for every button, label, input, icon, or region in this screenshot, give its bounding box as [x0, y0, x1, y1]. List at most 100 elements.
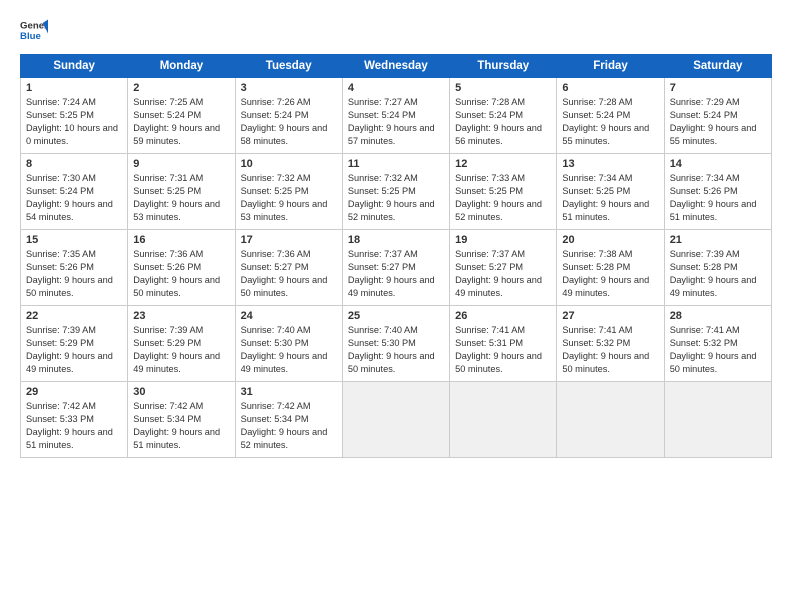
day-number: 3	[241, 82, 337, 94]
day-info: Sunrise: 7:41 AMSunset: 5:32 PMDaylight:…	[670, 324, 766, 376]
svg-text:Blue: Blue	[20, 31, 41, 42]
day-info: Sunrise: 7:34 AMSunset: 5:25 PMDaylight:…	[562, 172, 658, 224]
day-info: Sunrise: 7:42 AMSunset: 5:34 PMDaylight:…	[133, 400, 229, 452]
day-info: Sunrise: 7:27 AMSunset: 5:24 PMDaylight:…	[348, 96, 444, 148]
calendar-week-3: 15Sunrise: 7:35 AMSunset: 5:26 PMDayligh…	[21, 230, 772, 306]
day-info: Sunrise: 7:32 AMSunset: 5:25 PMDaylight:…	[348, 172, 444, 224]
day-info: Sunrise: 7:36 AMSunset: 5:26 PMDaylight:…	[133, 248, 229, 300]
day-number: 26	[455, 310, 551, 322]
day-number: 24	[241, 310, 337, 322]
logo: General Blue	[20, 16, 48, 44]
calendar-day-15: 15Sunrise: 7:35 AMSunset: 5:26 PMDayligh…	[21, 230, 128, 306]
day-info: Sunrise: 7:38 AMSunset: 5:28 PMDaylight:…	[562, 248, 658, 300]
calendar-day-23: 23Sunrise: 7:39 AMSunset: 5:29 PMDayligh…	[128, 306, 235, 382]
day-number: 25	[348, 310, 444, 322]
calendar-day-31: 31Sunrise: 7:42 AMSunset: 5:34 PMDayligh…	[235, 382, 342, 458]
calendar-day-30: 30 Sunrise: 7:42 AMSunset: 5:34 PMDayligh…	[128, 382, 235, 458]
day-number: 2	[133, 82, 229, 94]
calendar-day-26: 26Sunrise: 7:41 AMSunset: 5:31 PMDayligh…	[450, 306, 557, 382]
day-number: 20	[562, 234, 658, 246]
day-number: 17	[241, 234, 337, 246]
day-info: Sunrise: 7:29 AMSunset: 5:24 PMDaylight:…	[670, 96, 766, 148]
day-info: Sunrise: 7:32 AMSunset: 5:25 PMDaylight:…	[241, 172, 337, 224]
day-number: 31	[241, 386, 337, 398]
day-number: 8	[26, 158, 122, 170]
calendar-day-24: 24 Sunrise: 7:40 AMSunset: 5:30 PMDayligh…	[235, 306, 342, 382]
day-info: Sunrise: 7:39 AMSunset: 5:29 PMDaylight:…	[133, 324, 229, 376]
day-number: 16	[133, 234, 229, 246]
day-info: Sunrise: 7:41 AMSunset: 5:32 PMDaylight:…	[562, 324, 658, 376]
svg-text:General: General	[20, 20, 48, 31]
day-info: Sunrise: 7:31 AMSunset: 5:25 PMDaylight:…	[133, 172, 229, 224]
weekday-header-tuesday: Tuesday	[235, 55, 342, 78]
day-number: 1	[26, 82, 122, 94]
day-info: Sunrise: 7:37 AMSunset: 5:27 PMDaylight:…	[455, 248, 551, 300]
day-number: 4	[348, 82, 444, 94]
calendar-day-12: 12 Sunrise: 7:33 AMSunset: 5:25 PMDayligh…	[450, 154, 557, 230]
calendar-day-28: 28 Sunrise: 7:41 AMSunset: 5:32 PMDayligh…	[664, 306, 771, 382]
day-number: 6	[562, 82, 658, 94]
day-number: 14	[670, 158, 766, 170]
day-number: 13	[562, 158, 658, 170]
calendar-day-21: 21Sunrise: 7:39 AMSunset: 5:28 PMDayligh…	[664, 230, 771, 306]
day-info: Sunrise: 7:24 AMSunset: 5:25 PMDaylight:…	[26, 96, 122, 148]
day-info: Sunrise: 7:39 AMSunset: 5:28 PMDaylight:…	[670, 248, 766, 300]
calendar-day-7: 7 Sunrise: 7:29 AMSunset: 5:24 PMDaylight…	[664, 78, 771, 154]
weekday-header-sunday: Sunday	[21, 55, 128, 78]
calendar-day-6: 6 Sunrise: 7:28 AMSunset: 5:24 PMDaylight…	[557, 78, 664, 154]
day-info: Sunrise: 7:25 AMSunset: 5:24 PMDaylight:…	[133, 96, 229, 148]
day-info: Sunrise: 7:26 AMSunset: 5:24 PMDaylight:…	[241, 96, 337, 148]
day-info: Sunrise: 7:40 AMSunset: 5:30 PMDaylight:…	[348, 324, 444, 376]
calendar-day-18: 18 Sunrise: 7:37 AMSunset: 5:27 PMDayligh…	[342, 230, 449, 306]
calendar-day-22: 22Sunrise: 7:39 AMSunset: 5:29 PMDayligh…	[21, 306, 128, 382]
day-number: 29	[26, 386, 122, 398]
calendar-day-17: 17Sunrise: 7:36 AMSunset: 5:27 PMDayligh…	[235, 230, 342, 306]
weekday-header-wednesday: Wednesday	[342, 55, 449, 78]
day-number: 18	[348, 234, 444, 246]
day-info: Sunrise: 7:37 AMSunset: 5:27 PMDaylight:…	[348, 248, 444, 300]
empty-cell	[664, 382, 771, 458]
day-info: Sunrise: 7:28 AMSunset: 5:24 PMDaylight:…	[562, 96, 658, 148]
day-number: 12	[455, 158, 551, 170]
calendar-week-2: 8 Sunrise: 7:30 AMSunset: 5:24 PMDaylight…	[21, 154, 772, 230]
day-number: 5	[455, 82, 551, 94]
day-info: Sunrise: 7:28 AMSunset: 5:24 PMDaylight:…	[455, 96, 551, 148]
calendar-week-4: 22 Sunrise: 7:39 AMSunset: 5:29 PMDayligh…	[21, 306, 772, 382]
calendar-day-5: 5 Sunrise: 7:28 AMSunset: 5:24 PMDaylight…	[450, 78, 557, 154]
day-info: Sunrise: 7:40 AMSunset: 5:30 PMDaylight:…	[241, 324, 337, 376]
header: General Blue	[20, 16, 772, 44]
calendar-day-8: 8 Sunrise: 7:30 AMSunset: 5:24 PMDaylight…	[21, 154, 128, 230]
empty-cell	[557, 382, 664, 458]
day-number: 22	[26, 310, 122, 322]
day-number: 11	[348, 158, 444, 170]
weekday-header-thursday: Thursday	[450, 55, 557, 78]
day-number: 28	[670, 310, 766, 322]
calendar-table: SundayMondayTuesdayWednesdayThursdayFrid…	[20, 54, 772, 458]
day-info: Sunrise: 7:33 AMSunset: 5:25 PMDaylight:…	[455, 172, 551, 224]
empty-cell	[342, 382, 449, 458]
calendar-day-14: 14 Sunrise: 7:34 AMSunset: 5:26 PMDayligh…	[664, 154, 771, 230]
day-number: 27	[562, 310, 658, 322]
calendar-day-1: 1 Sunrise: 7:24 AMSunset: 5:25 PMDaylight…	[21, 78, 128, 154]
calendar-day-25: 25 Sunrise: 7:40 AMSunset: 5:30 PMDayligh…	[342, 306, 449, 382]
day-number: 30	[133, 386, 229, 398]
day-info: Sunrise: 7:42 AMSunset: 5:33 PMDaylight:…	[26, 400, 122, 452]
calendar-day-4: 4 Sunrise: 7:27 AMSunset: 5:24 PMDaylight…	[342, 78, 449, 154]
calendar-day-16: 16 Sunrise: 7:36 AMSunset: 5:26 PMDayligh…	[128, 230, 235, 306]
empty-cell	[450, 382, 557, 458]
calendar-week-5: 29 Sunrise: 7:42 AMSunset: 5:33 PMDayligh…	[21, 382, 772, 458]
weekday-header-monday: Monday	[128, 55, 235, 78]
day-number: 19	[455, 234, 551, 246]
weekday-header-friday: Friday	[557, 55, 664, 78]
day-number: 10	[241, 158, 337, 170]
day-number: 7	[670, 82, 766, 94]
calendar-day-13: 13 Sunrise: 7:34 AMSunset: 5:25 PMDayligh…	[557, 154, 664, 230]
calendar-day-9: 9Sunrise: 7:31 AMSunset: 5:25 PMDaylight…	[128, 154, 235, 230]
day-info: Sunrise: 7:30 AMSunset: 5:24 PMDaylight:…	[26, 172, 122, 224]
calendar-day-2: 2 Sunrise: 7:25 AMSunset: 5:24 PMDaylight…	[128, 78, 235, 154]
calendar-day-27: 27 Sunrise: 7:41 AMSunset: 5:32 PMDayligh…	[557, 306, 664, 382]
page: General Blue SundayMondayTuesdayWednesda…	[0, 0, 792, 612]
day-info: Sunrise: 7:34 AMSunset: 5:26 PMDaylight:…	[670, 172, 766, 224]
calendar-day-11: 11 Sunrise: 7:32 AMSunset: 5:25 PMDayligh…	[342, 154, 449, 230]
calendar-day-20: 20 Sunrise: 7:38 AMSunset: 5:28 PMDayligh…	[557, 230, 664, 306]
